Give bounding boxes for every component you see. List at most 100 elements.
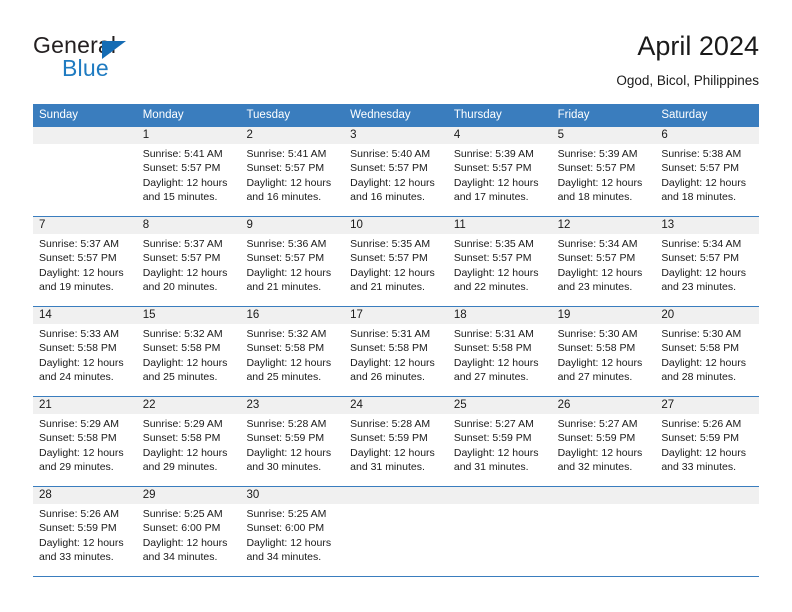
day-number[interactable]: 14 — [33, 307, 137, 324]
weekday-header-sunday: Sunday — [39, 109, 79, 121]
day-cell[interactable]: Sunrise: 5:27 AM Sunset: 5:59 PM Dayligh… — [552, 414, 656, 486]
day-number[interactable]: 24 — [344, 397, 448, 414]
day-number[interactable]: 23 — [240, 397, 344, 414]
day-number[interactable] — [33, 127, 137, 144]
day-number[interactable]: 2 — [240, 127, 344, 144]
day-cell[interactable]: Sunrise: 5:28 AM Sunset: 5:59 PM Dayligh… — [344, 414, 448, 486]
sunset-text: Sunset: 5:58 PM — [142, 342, 221, 355]
sunset-text: Sunset: 5:57 PM — [661, 162, 739, 175]
daylight-text-2: and 22 minutes. — [453, 281, 529, 294]
day-number[interactable]: 25 — [448, 397, 552, 414]
day-number[interactable]: 21 — [33, 397, 137, 414]
day-number[interactable] — [552, 487, 656, 504]
day-cell[interactable] — [344, 504, 448, 576]
day-number[interactable]: 7 — [33, 217, 137, 234]
day-cell[interactable]: Sunrise: 5:30 AM Sunset: 5:58 PM Dayligh… — [552, 324, 656, 396]
day-number[interactable]: 17 — [344, 307, 448, 324]
daylight-text-2: and 25 minutes. — [142, 371, 218, 384]
weekday-header-monday: Monday — [142, 109, 184, 121]
sunrise-text: Sunrise: 5:33 AM — [39, 328, 119, 340]
day-cell[interactable]: Sunrise: 5:25 AM Sunset: 6:00 PM Dayligh… — [137, 504, 241, 576]
day-number[interactable]: 30 — [240, 487, 344, 504]
day-number[interactable]: 28 — [33, 487, 137, 504]
day-cell[interactable]: Sunrise: 5:25 AM Sunset: 6:00 PM Dayligh… — [240, 504, 344, 576]
day-number[interactable]: 16 — [240, 307, 344, 324]
day-number[interactable]: 9 — [240, 217, 344, 234]
day-cell[interactable]: Sunrise: 5:27 AM Sunset: 5:59 PM Dayligh… — [448, 414, 552, 486]
daylight-text-1: Daylight: 12 hours — [661, 266, 746, 279]
daylight-text-2: and 21 minutes. — [350, 281, 425, 294]
weekday-header-friday: Friday — [557, 109, 590, 121]
day-cell[interactable]: Sunrise: 5:36 AM Sunset: 5:57 PM Dayligh… — [240, 234, 344, 306]
day-cell[interactable]: Sunrise: 5:40 AM Sunset: 5:57 PM Dayligh… — [344, 144, 448, 216]
day-cell[interactable]: Sunrise: 5:33 AM Sunset: 5:58 PM Dayligh… — [33, 324, 137, 396]
daylight-text-2: and 15 minutes. — [142, 191, 218, 204]
day-cell[interactable]: Sunrise: 5:26 AM Sunset: 5:59 PM Dayligh… — [655, 414, 759, 486]
day-number[interactable]: 4 — [448, 127, 552, 144]
day-cell[interactable]: Sunrise: 5:34 AM Sunset: 5:57 PM Dayligh… — [552, 234, 656, 306]
day-number[interactable]: 3 — [344, 127, 448, 144]
sunrise-text: Sunrise: 5:27 AM — [557, 418, 638, 430]
day-cell[interactable]: Sunrise: 5:39 AM Sunset: 5:57 PM Dayligh… — [448, 144, 552, 216]
week-day-details: Sunrise: 5:41 AM Sunset: 5:57 PM Dayligh… — [33, 144, 759, 216]
day-number[interactable]: 13 — [655, 217, 759, 234]
day-cell[interactable]: Sunrise: 5:30 AM Sunset: 5:58 PM Dayligh… — [655, 324, 759, 396]
sunrise-text: Sunrise: 5:25 AM — [142, 508, 223, 520]
day-number[interactable]: 18 — [448, 307, 552, 324]
day-number[interactable]: 15 — [137, 307, 241, 324]
day-cell[interactable] — [655, 504, 759, 576]
day-cell[interactable] — [448, 504, 552, 576]
daylight-text-1: Daylight: 12 hours — [557, 446, 643, 459]
weekday-header-wednesday: Wednesday — [350, 109, 411, 121]
day-cell[interactable]: Sunrise: 5:34 AM Sunset: 5:57 PM Dayligh… — [655, 234, 759, 306]
daylight-text-2: and 23 minutes. — [661, 281, 737, 294]
day-cell[interactable]: Sunrise: 5:37 AM Sunset: 5:57 PM Dayligh… — [137, 234, 241, 306]
sunrise-text: Sunrise: 5:29 AM — [142, 418, 223, 430]
day-number[interactable]: 5 — [552, 127, 656, 144]
day-cell[interactable]: Sunrise: 5:32 AM Sunset: 5:58 PM Dayligh… — [137, 324, 241, 396]
day-number[interactable]: 10 — [344, 217, 448, 234]
day-cell[interactable]: Sunrise: 5:41 AM Sunset: 5:57 PM Dayligh… — [137, 144, 241, 216]
day-cell[interactable]: Sunrise: 5:35 AM Sunset: 5:57 PM Dayligh… — [448, 234, 552, 306]
day-cell[interactable]: Sunrise: 5:38 AM Sunset: 5:57 PM Dayligh… — [655, 144, 759, 216]
day-cell[interactable]: Sunrise: 5:31 AM Sunset: 5:58 PM Dayligh… — [448, 324, 552, 396]
day-cell[interactable]: Sunrise: 5:35 AM Sunset: 5:57 PM Dayligh… — [344, 234, 448, 306]
day-number[interactable]: 26 — [552, 397, 656, 414]
day-cell[interactable] — [33, 144, 137, 216]
day-cell[interactable]: Sunrise: 5:39 AM Sunset: 5:57 PM Dayligh… — [552, 144, 656, 216]
day-number[interactable]: 6 — [655, 127, 759, 144]
daylight-text-1: Daylight: 12 hours — [453, 176, 539, 189]
day-number[interactable] — [448, 487, 552, 504]
day-cell[interactable]: Sunrise: 5:26 AM Sunset: 5:59 PM Dayligh… — [33, 504, 137, 576]
day-number[interactable]: 1 — [137, 127, 241, 144]
calendar-bottom-border — [33, 576, 759, 577]
calendar-grid: Sunday Monday Tuesday Wednesday Thursday… — [33, 104, 759, 577]
sunset-text: Sunset: 5:57 PM — [142, 252, 221, 265]
sunrise-text: Sunrise: 5:32 AM — [246, 328, 327, 340]
day-cell[interactable] — [552, 504, 656, 576]
daylight-text-1: Daylight: 12 hours — [142, 266, 228, 279]
day-number[interactable] — [655, 487, 759, 504]
day-number[interactable]: 19 — [552, 307, 656, 324]
day-cell[interactable]: Sunrise: 5:31 AM Sunset: 5:58 PM Dayligh… — [344, 324, 448, 396]
week-day-numbers: 14 15 16 17 18 19 20 — [33, 307, 759, 324]
day-cell[interactable]: Sunrise: 5:37 AM Sunset: 5:57 PM Dayligh… — [33, 234, 137, 306]
day-number[interactable]: 29 — [137, 487, 241, 504]
day-cell[interactable]: Sunrise: 5:32 AM Sunset: 5:58 PM Dayligh… — [240, 324, 344, 396]
day-number[interactable]: 11 — [448, 217, 552, 234]
day-number[interactable]: 27 — [655, 397, 759, 414]
sunrise-text: Sunrise: 5:31 AM — [453, 328, 534, 340]
day-number[interactable]: 12 — [552, 217, 656, 234]
day-number[interactable]: 22 — [137, 397, 241, 414]
sunset-text: Sunset: 6:00 PM — [142, 522, 221, 535]
day-number[interactable]: 20 — [655, 307, 759, 324]
day-number[interactable]: 8 — [137, 217, 241, 234]
sunrise-text: Sunrise: 5:25 AM — [246, 508, 327, 520]
general-blue-logo[interactable]: General Blue — [33, 32, 183, 84]
sunrise-text: Sunrise: 5:27 AM — [453, 418, 534, 430]
day-cell[interactable]: Sunrise: 5:41 AM Sunset: 5:57 PM Dayligh… — [240, 144, 344, 216]
day-cell[interactable]: Sunrise: 5:29 AM Sunset: 5:58 PM Dayligh… — [33, 414, 137, 486]
day-number[interactable] — [344, 487, 448, 504]
day-cell[interactable]: Sunrise: 5:28 AM Sunset: 5:59 PM Dayligh… — [240, 414, 344, 486]
day-cell[interactable]: Sunrise: 5:29 AM Sunset: 5:58 PM Dayligh… — [137, 414, 241, 486]
